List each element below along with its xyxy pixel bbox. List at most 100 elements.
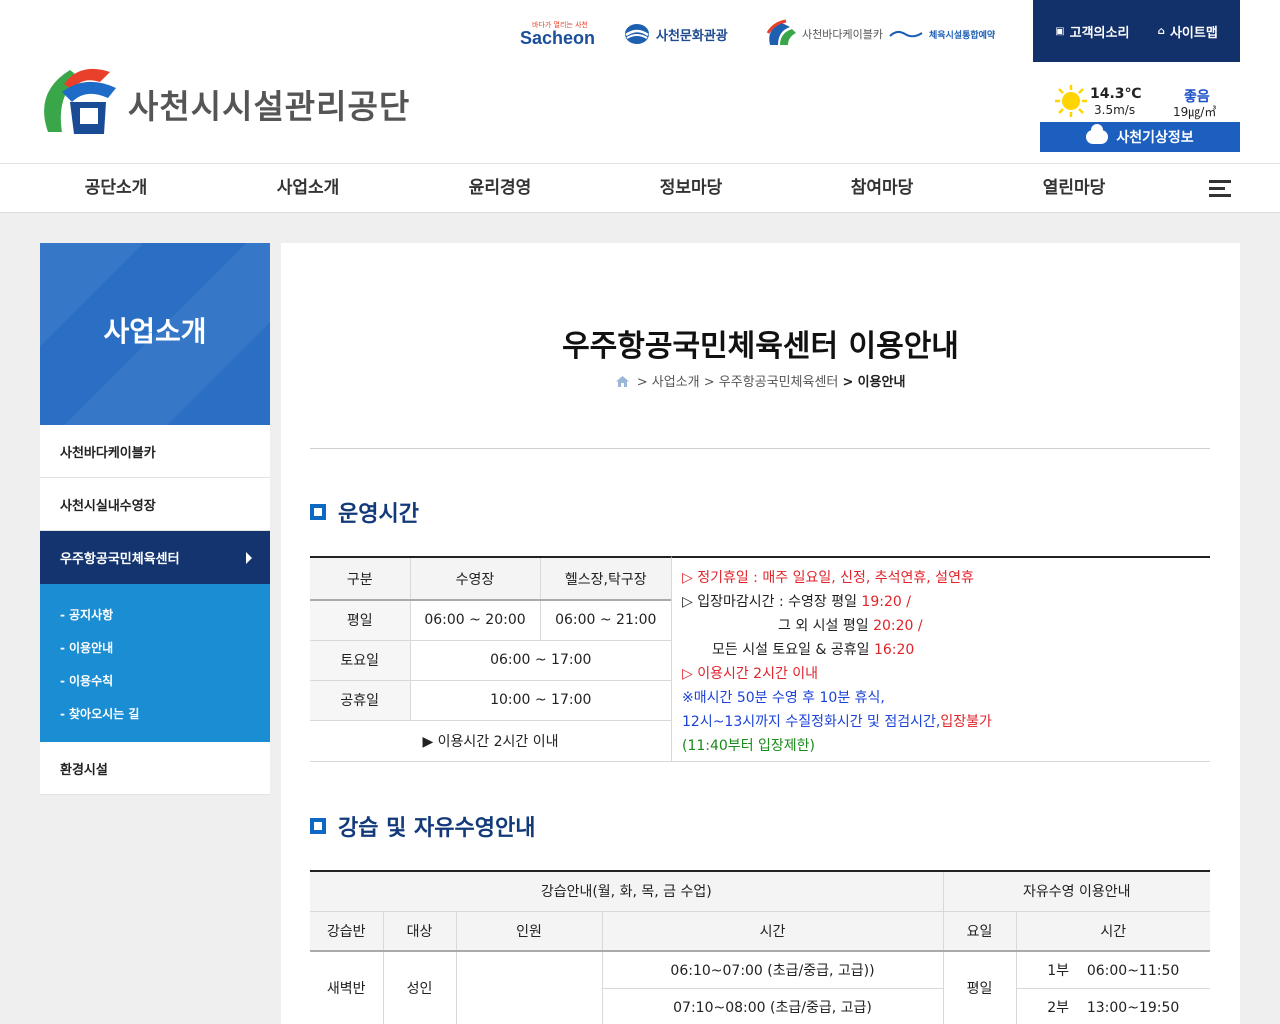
table-cell: 성인 [383,951,457,1024]
entry-deadline-weekend-label: 모든 시설 토요일 & 공휴일 [712,642,874,658]
cleaning-note: 12시~13시까지 수질정화시간 및 점검시간,입장불가 [682,710,1210,734]
no-entry-label: 입장불가 [940,714,992,730]
main-navigation: 공단소개 사업소개 윤리경영 정보마당 참여마당 열린마당 [0,163,1280,213]
sitemap-label: 사이트맵 [1169,25,1218,41]
table-cell: 06:00 ~ 20:00 [410,600,541,641]
table-cell: 평일 [310,600,411,641]
table-header: 구분 [310,557,411,601]
side-nav-title: 사업소개 [103,315,207,348]
title-divider [310,448,1210,449]
entry-deadline-note: ▷ 입장마감시간 : 수영장 평일 19:20 / [682,590,1210,614]
entry-deadline-pool: 19:20 / [861,594,911,610]
main-content: 우주항공국민체육센터 이용안내 > 사업소개 > 우주항공국민체육센터 > 이용… [281,243,1240,1024]
logo-text: 사천시시설관리공단 [128,87,411,126]
free-swim-part: 1부 [1047,962,1070,979]
cable-car-label: 사천바다케이블카 [802,28,883,41]
sports-wave-icon [889,30,923,38]
table-header: 강습반 [310,911,384,952]
nav-item-info[interactable]: 정보마당 [611,164,771,212]
all-menu-icon[interactable] [1209,180,1231,198]
side-item-cable-car[interactable]: 사천바다케이블카 [40,425,270,478]
breadcrumb-separator: > [636,375,648,390]
sub-item-guide[interactable]: - 이용안내 [40,631,270,664]
site-logo[interactable]: 사천시시설관리공단 [40,60,409,140]
table-cell [456,951,603,1024]
sub-item-guide-label: 이용안내 [68,641,114,655]
sub-item-directions[interactable]: - 찾아오시는 길 [40,697,270,730]
table-cell: 06:10~07:00 (초급/중급, 고급)) [602,951,944,989]
nav-item-business[interactable]: 사업소개 [228,164,388,212]
weather-info-button[interactable]: 사천기상정보 [1040,122,1240,152]
document-icon: ▣ [1055,25,1065,37]
nav-item-about[interactable]: 공단소개 [36,164,196,212]
sub-item-notice[interactable]: - 공지사항 [40,598,270,631]
fine-dust-value: 19㎍/㎥ [1173,105,1217,119]
breadcrumb-item[interactable]: 우주항공국민체육센터 [719,375,839,390]
home-icon: ⌂ [1157,25,1165,37]
section-title-hours-label: 운영시간 [338,502,419,527]
square-bullet-icon [310,504,326,520]
table-header: 시간 [1016,911,1210,952]
table-row: 공휴일 10:00 ~ 17:00 [310,680,671,721]
free-swim-time: 06:00~11:50 [1086,962,1180,979]
breadcrumb: > 사업소개 > 우주항공국민체육센터 > 이용안내 [281,371,1240,390]
lesson-table: 강습안내(월, 화, 목, 금 수업) 자유수영 이용안내 강습반 대상 인원 … [310,870,1210,1024]
table-header: 요일 [943,911,1017,952]
cleaning-label: 12시~13시까지 수질정화시간 및 점검시간, [682,714,941,730]
square-bullet-icon [310,818,326,834]
table-cell: 평일 [943,951,1017,1024]
table-cell: 토요일 [310,640,411,681]
cable-car-link[interactable]: 사천바다케이블카 체육시설통합예약 [764,14,995,54]
table-row: 토요일 06:00 ~ 17:00 [310,640,671,681]
wind-speed-value: 3.5m/s [1094,103,1136,117]
table-cell: 2부 13:00~19:50 [1016,988,1210,1024]
cable-car-logo-icon [766,19,796,45]
sacheon-tagline: 바다가 열리는 사천 [532,21,588,29]
table-header: 수영장 [410,557,541,601]
side-item-indoor-pool[interactable]: 사천시실내수영장 [40,478,270,531]
entry-deadline-label: ▷ 입장마감시간 : 수영장 평일 [682,594,862,610]
nav-item-ethics[interactable]: 윤리경영 [420,164,580,212]
breadcrumb-separator: > [703,375,715,390]
entry-deadline-weekend-note: 모든 시설 토요일 & 공휴일 16:20 [682,638,1210,662]
table-cell: 06:00 ~ 17:00 [410,640,671,681]
table-header: 인원 [456,911,603,952]
rest-note: ※매시간 50분 수영 후 10분 휴식, [682,690,885,706]
top-utility-bar: ▣ 고객의소리 ⌂ 사이트맵 [1033,0,1240,62]
breadcrumb-item[interactable]: 사업소개 [652,375,700,390]
side-item-environment[interactable]: 환경시설 [40,742,270,795]
side-nav-header: 사업소개 [40,243,270,425]
sacheon-city-link[interactable]: 바다가 열리는 사천 Sacheon [520,14,600,54]
home-icon[interactable] [615,376,629,387]
table-header: 시간 [602,911,944,952]
operating-hours-table: 구분 수영장 헬스장,탁구장 평일 06:00 ~ 20:00 06:00 ~ … [310,556,671,762]
closed-days-note: ▷ 정기휴일 : 매주 일요일, 신정, 추석연휴, 설연휴 [682,570,974,586]
culture-tourism-link[interactable]: 사천문화관광 [624,14,728,54]
entry-deadline-other-note: 그 외 시설 평일 20:20 / [682,614,1210,638]
table-note: ▶ 이용시간 2시간 이내 [310,720,671,762]
sports-reservation-label: 체육시설통합예약 [928,30,996,41]
sub-item-rules-label: 이용수칙 [68,674,114,688]
section-title-lessons: 강습 및 자유수영안내 [310,810,535,842]
section-title-hours: 운영시간 [310,496,419,528]
entry-deadline-weekend: 16:20 [873,642,915,658]
breadcrumb-current: 이용안내 [857,375,906,390]
sitemap-link[interactable]: ⌂ 사이트맵 [1158,22,1218,41]
sacheon-brand-logo: Sacheon [520,27,596,48]
table-cell: 10:00 ~ 17:00 [410,680,671,721]
customer-voice-link[interactable]: ▣ 고객의소리 [1055,22,1129,41]
weather-widget: 14.3℃ 3.5m/s 좋음 19㎍/㎥ 사천기상정보 [1040,82,1240,154]
entry-limit-note: (11:40부터 입장제한) [682,738,815,754]
sub-item-notice-label: 공지사항 [68,608,114,622]
side-item-sports-center[interactable]: 우주항공국민체육센터 [40,531,270,584]
cloud-icon [1086,124,1109,144]
nav-item-open[interactable]: 열린마당 [994,164,1154,212]
table-header: 대상 [383,911,457,952]
table-row: 새벽반 성인 06:10~07:00 (초급/중급, 고급)) 평일 1부 06… [310,951,1210,1024]
side-item-sports-center-label: 우주항공국민체육센터 [60,552,180,567]
nav-item-participation[interactable]: 참여마당 [802,164,962,212]
sub-item-rules[interactable]: - 이용수칙 [40,664,270,697]
side-navigation: 사업소개 사천바다케이블카 사천시실내수영장 우주항공국민체육센터 - 공지사항… [40,243,270,795]
table-cell: 06:00 ~ 21:00 [540,600,671,641]
entry-deadline-other: 20:20 / [873,618,923,634]
